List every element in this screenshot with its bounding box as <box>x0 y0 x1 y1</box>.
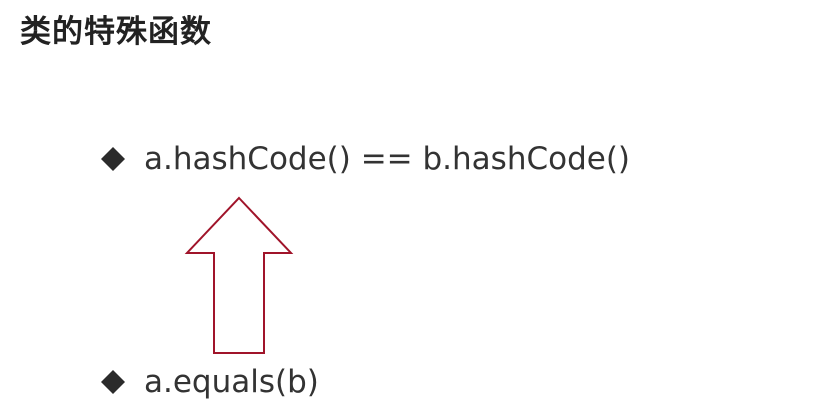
bullet-text: a.hashCode() == b.hashCode() <box>144 140 631 177</box>
up-arrow-outline-icon <box>183 196 295 356</box>
diamond-bullet-icon <box>100 369 126 395</box>
bullet-item-equals: a.equals(b) <box>100 362 319 402</box>
slide: 类的特殊函数 a.hashCode() == b.hashCode() a.eq… <box>0 0 837 415</box>
bullet-text: a.equals(b) <box>144 363 319 400</box>
diamond-bullet-icon <box>100 146 126 172</box>
slide-title: 类的特殊函数 <box>20 14 212 50</box>
bullet-item-hashcode: a.hashCode() == b.hashCode() <box>100 139 630 179</box>
